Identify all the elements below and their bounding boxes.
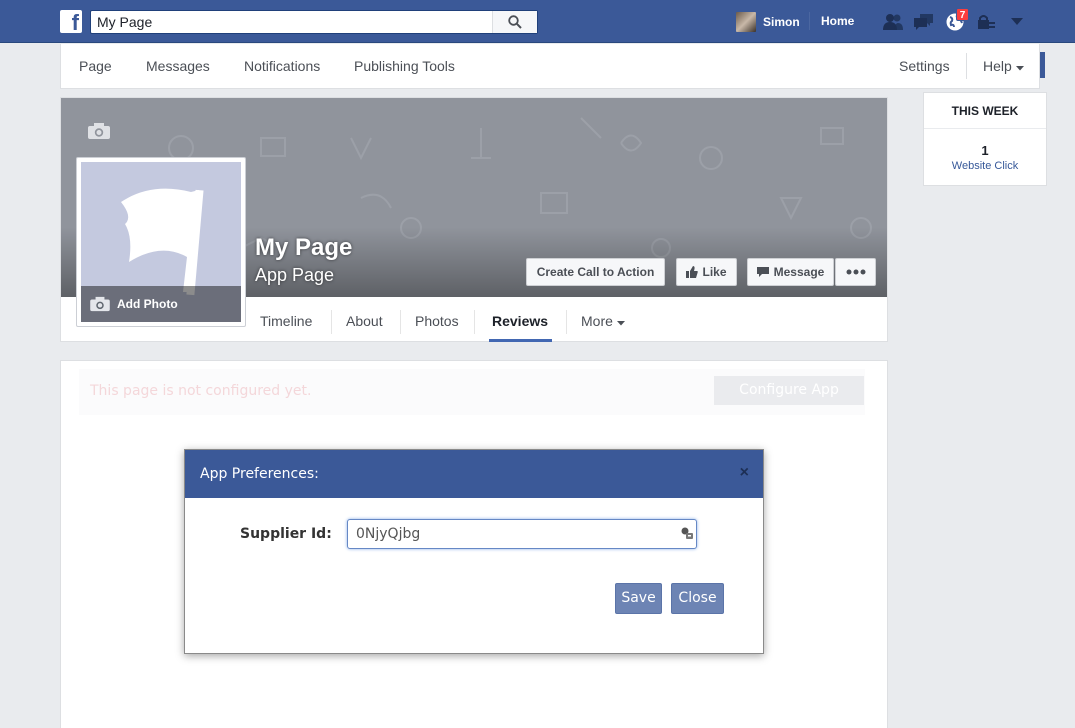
tab-more[interactable]: More <box>581 313 625 329</box>
divider <box>966 53 967 79</box>
search-icon <box>508 15 522 29</box>
tab-timeline[interactable]: Timeline <box>260 313 312 329</box>
privacy-shortcuts-button[interactable] <box>975 11 997 33</box>
this-week-panel: THIS WEEK 1 Website Click <box>923 92 1047 186</box>
message-icon <box>756 266 769 277</box>
nav-publishing-tools[interactable]: Publishing Tools <box>354 58 455 74</box>
divider <box>474 310 475 334</box>
divider <box>566 310 567 334</box>
top-bar: f Simon Home <box>0 0 1075 43</box>
account-menu-button[interactable] <box>1006 11 1028 33</box>
chevron-down-icon <box>1011 18 1023 25</box>
tab-more-label: More <box>581 313 613 329</box>
caret-down-icon <box>616 321 625 326</box>
close-icon[interactable]: × <box>740 464 749 482</box>
password-manager-key-icon[interactable] <box>680 526 694 540</box>
supplier-id-label: Supplier Id: <box>240 526 332 542</box>
add-photo-label: Add Photo <box>117 297 178 311</box>
divider <box>400 310 401 334</box>
thumbs-up-icon <box>686 266 699 278</box>
this-week-title: THIS WEEK <box>924 93 1046 129</box>
divider <box>809 12 810 30</box>
more-options-button[interactable] <box>835 258 876 286</box>
camera-icon <box>90 296 110 312</box>
close-button[interactable]: Close <box>671 583 724 614</box>
create-call-to-action-button[interactable]: Create Call to Action <box>526 258 665 286</box>
home-link[interactable]: Home <box>821 14 854 28</box>
app-preferences-dialog: App Preferences: × Supplier Id: Save Clo… <box>184 449 764 654</box>
ellipsis-icon <box>846 269 865 275</box>
tab-about[interactable]: About <box>346 313 383 329</box>
like-label: Like <box>702 265 727 279</box>
nav-notifications[interactable]: Notifications <box>244 58 320 74</box>
change-cover-button[interactable] <box>87 122 111 143</box>
notification-badge: 7 <box>956 8 969 21</box>
page-title: My Page <box>255 234 353 261</box>
search-box <box>90 10 538 34</box>
lock-icon <box>978 15 995 29</box>
camera-icon <box>88 123 110 139</box>
active-tab-indicator <box>489 339 552 342</box>
not-configured-notice: This page is not configured yet. Configu… <box>79 369 865 415</box>
page-header-card: My Page App Page Create Call to Action L… <box>60 97 888 342</box>
tab-reviews[interactable]: Reviews <box>492 313 548 329</box>
nav-settings[interactable]: Settings <box>899 58 950 74</box>
supplier-id-input[interactable] <box>347 519 697 549</box>
profile-picture[interactable]: Add Photo <box>76 157 246 327</box>
chat-icon <box>914 14 933 30</box>
friend-requests-button[interactable] <box>882 11 904 33</box>
nav-messages[interactable]: Messages <box>146 58 210 74</box>
search-button[interactable] <box>492 11 537 33</box>
notice-text: This page is not configured yet. <box>90 383 312 399</box>
profile-picture-image: Add Photo <box>81 162 241 322</box>
nav-help[interactable]: Help <box>983 58 1024 74</box>
stat-value: 1 <box>981 143 989 158</box>
caret-down-icon <box>1015 66 1024 71</box>
page-category: App Page <box>255 265 335 285</box>
nav-help-label: Help <box>983 58 1012 74</box>
stat-label-link[interactable]: Website Click <box>924 160 1046 172</box>
page-admin-nav: Page Messages Notifications Publishing T… <box>60 44 1040 89</box>
nav-page[interactable]: Page <box>79 58 112 74</box>
message-label: Message <box>773 265 825 279</box>
save-button[interactable]: Save <box>615 583 662 614</box>
messages-button[interactable] <box>913 11 935 33</box>
message-button[interactable]: Message <box>747 258 834 286</box>
friends-icon <box>883 14 903 30</box>
top-icons: 7 <box>882 8 1037 34</box>
dialog-title: App Preferences: <box>200 466 319 482</box>
profile-link[interactable]: Simon <box>736 11 800 33</box>
tab-photos[interactable]: Photos <box>415 313 459 329</box>
like-button[interactable]: Like <box>676 258 737 286</box>
user-name: Simon <box>763 15 800 29</box>
avatar <box>736 12 756 32</box>
facebook-logo-icon[interactable]: f <box>60 10 82 33</box>
sidebar-edge <box>1040 52 1045 78</box>
add-photo-button[interactable]: Add Photo <box>81 286 241 322</box>
configure-app-button[interactable]: Configure App <box>714 376 864 405</box>
search-input[interactable] <box>91 11 491 33</box>
dialog-header: App Preferences: × <box>185 450 763 498</box>
divider <box>331 310 332 334</box>
notifications-button[interactable]: 7 <box>944 8 969 33</box>
